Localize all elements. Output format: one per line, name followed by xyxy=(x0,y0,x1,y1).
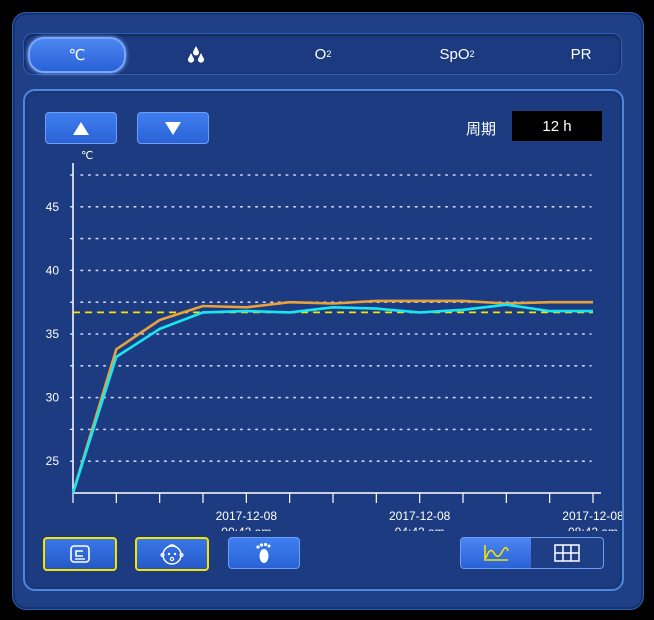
tab-spo2-label: SpO xyxy=(439,45,470,63)
y-tick-label: 35 xyxy=(46,327,60,341)
line-view-button[interactable] xyxy=(461,538,531,568)
tab-oxygen[interactable]: O2 xyxy=(288,34,358,74)
device-frame: ℃ O2 SpO 2 PR 周期 12 h 25 30 35 40 45 ℃ 2017-12-… xyxy=(12,12,644,610)
footprint-icon xyxy=(256,542,271,563)
y-tick-label: 45 xyxy=(46,200,60,214)
footprint-button[interactable] xyxy=(228,537,300,569)
temperature-trend-chart: 25 30 35 40 45 ℃ 2017-12-08 00:42 am 2017-12-08 0… xyxy=(46,149,622,531)
incubator-icon xyxy=(70,545,90,563)
table-view-button[interactable] xyxy=(531,538,603,568)
tab-spo2[interactable]: SpO 2 xyxy=(412,34,502,74)
baby-face-icon xyxy=(160,544,184,565)
tab-temperature[interactable]: ℃ xyxy=(28,37,126,73)
tab-oxygen-sub: 2 xyxy=(326,49,332,59)
tab-pulse-rate[interactable]: PR xyxy=(546,34,616,74)
y-tick-label: 30 xyxy=(46,391,60,405)
incubator-button[interactable] xyxy=(43,537,117,571)
tab-humidity[interactable] xyxy=(164,34,228,74)
table-grid-icon xyxy=(554,544,580,562)
tab-oxygen-label: O xyxy=(314,45,327,63)
baby-button[interactable] xyxy=(135,537,209,571)
view-toggle xyxy=(460,537,604,569)
tab-pulse-rate-label: PR xyxy=(570,45,592,63)
tab-temperature-label: ℃ xyxy=(68,47,86,64)
drops-icon xyxy=(188,46,204,63)
y-tick-label: 25 xyxy=(46,454,60,468)
x-tick-date: 2017-12-08 xyxy=(216,509,278,523)
line-chart-icon xyxy=(484,545,509,561)
x-tick-time: 08:42 am xyxy=(568,525,618,531)
trend-panel: 周期 12 h 2530354045℃2017-12-0800:42 am201… xyxy=(23,89,624,591)
parameter-tab-bar: ℃ O2 SpO 2 PR xyxy=(23,33,622,75)
y-unit-label: ℃ xyxy=(81,149,93,162)
x-tick-time: 04:42 am xyxy=(395,525,445,531)
series-line-cyan xyxy=(71,303,593,494)
x-tick-time: 00:42 am xyxy=(221,525,271,531)
x-tick-date: 2017-12-08 xyxy=(389,509,451,523)
y-tick-label: 40 xyxy=(46,263,60,277)
x-tick-date: 2017-12-08 xyxy=(562,509,622,523)
tab-spo2-sub: 2 xyxy=(469,49,475,59)
